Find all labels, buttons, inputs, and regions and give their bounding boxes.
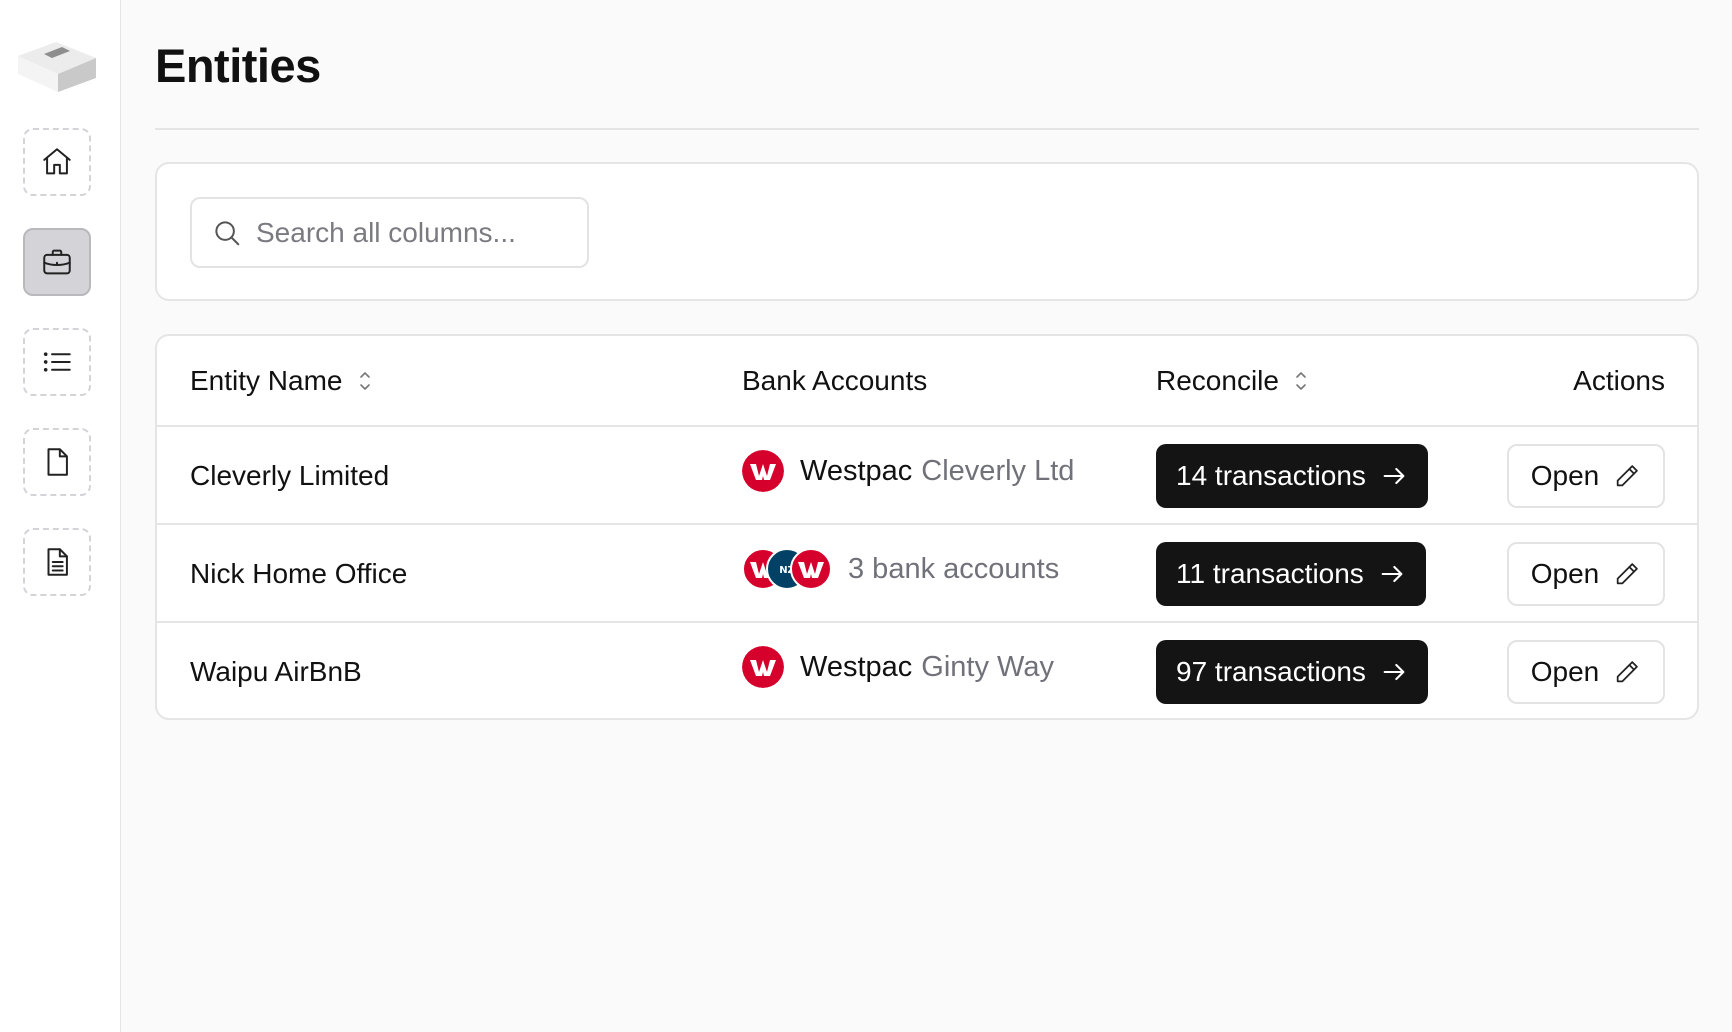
pencil-icon: [1617, 661, 1639, 683]
column-header-actions: Actions: [1573, 336, 1665, 425]
reconcile-cell: 11 transactions: [1156, 525, 1426, 623]
bank-name: Westpac: [800, 454, 913, 487]
reconcile-button-label: 11 transactions: [1176, 558, 1364, 589]
column-header-label: Reconcile: [1156, 364, 1279, 396]
reconcile-cell: 14 transactions: [1156, 427, 1428, 525]
open-button[interactable]: Open: [1507, 640, 1665, 704]
sidebar-item-list[interactable]: [23, 328, 91, 396]
bank-name: Westpac: [800, 650, 913, 683]
open-button-label: Open: [1530, 558, 1600, 589]
table-row: Waipu AirBnB Westpac Ginty Way 97 transa…: [157, 623, 1697, 718]
search-card: [155, 162, 1699, 301]
search-field[interactable]: [190, 197, 589, 268]
bank-account-cell: NZ 3 bank accounts: [742, 520, 1059, 618]
bank-account-cell: Westpac Cleverly Ltd: [742, 422, 1074, 520]
open-button-label: Open: [1530, 460, 1600, 491]
file-icon: [47, 448, 68, 476]
page-title: Entities: [155, 39, 321, 92]
entities-table: Entity Name Bank Accounts Reconcile Acti…: [155, 334, 1699, 720]
reconcile-button[interactable]: 97 transactions: [1156, 640, 1428, 704]
search-input[interactable]: [256, 216, 576, 249]
reconcile-cell: 97 transactions: [1156, 623, 1428, 718]
sidebar-item-entities[interactable]: [23, 228, 91, 296]
arrow-right-icon: [1383, 467, 1405, 485]
entity-name: Waipu AirBnB: [190, 656, 362, 687]
column-header-bank-accounts: Bank Accounts: [742, 336, 927, 425]
table-header: Entity Name Bank Accounts Reconcile Acti…: [157, 336, 1697, 427]
column-header-entity-name[interactable]: Entity Name: [190, 336, 373, 425]
arrow-right-icon: [1383, 663, 1405, 681]
column-header-label: Bank Accounts: [742, 364, 928, 396]
briefcase-icon: [43, 249, 71, 275]
actions-cell: Open: [1507, 623, 1665, 718]
reconcile-button[interactable]: 11 transactions: [1156, 542, 1426, 606]
actions-cell: Open: [1507, 427, 1665, 525]
open-button[interactable]: Open: [1507, 542, 1665, 606]
reconcile-button-label: 97 transactions: [1176, 656, 1366, 687]
arrow-right-icon: [1381, 565, 1403, 583]
table-row: Nick Home Office NZ 3 bank accounts 11 t…: [157, 525, 1697, 623]
bank-account-name: Ginty Way: [921, 650, 1054, 683]
reconcile-button-label: 14 transactions: [1176, 460, 1366, 491]
column-header-label: Entity Name: [190, 364, 343, 396]
search-icon: [215, 220, 240, 245]
westpac-logo-icon: [742, 646, 784, 688]
bank-account-cell: Westpac Ginty Way: [742, 618, 1054, 716]
home-icon: [43, 148, 71, 175]
entity-name: Cleverly Limited: [190, 460, 390, 491]
document-text-icon: [47, 548, 68, 576]
westpac-logo-icon: [742, 450, 784, 492]
sidebar-item-document[interactable]: [23, 528, 91, 596]
pencil-icon: [1617, 465, 1639, 487]
column-header-reconcile[interactable]: Reconcile: [1156, 336, 1309, 425]
westpac-logo-icon: [790, 548, 832, 590]
bank-logo-stack: NZ: [742, 548, 832, 590]
list-icon: [43, 352, 71, 372]
app-logo[interactable]: [16, 34, 98, 94]
sort-icon: [1296, 371, 1306, 390]
pencil-icon: [1617, 563, 1639, 585]
actions-cell: Open: [1507, 525, 1665, 623]
bank-account-name: Cleverly Ltd: [921, 454, 1075, 487]
open-button-label: Open: [1530, 656, 1600, 687]
column-header-label: Actions: [1573, 364, 1665, 396]
open-button[interactable]: Open: [1507, 444, 1665, 508]
sort-icon: [359, 371, 370, 390]
entity-name: Nick Home Office: [190, 558, 408, 589]
sidebar-item-home[interactable]: [23, 128, 91, 196]
header-divider: [155, 128, 1699, 130]
bank-accounts-count: 3 bank accounts: [848, 552, 1060, 585]
sidebar-item-file[interactable]: [23, 428, 91, 496]
sidebar: [0, 0, 121, 1032]
reconcile-button[interactable]: 14 transactions: [1156, 444, 1428, 508]
table-row: Cleverly Limited Westpac Cleverly Ltd 14…: [157, 427, 1697, 525]
